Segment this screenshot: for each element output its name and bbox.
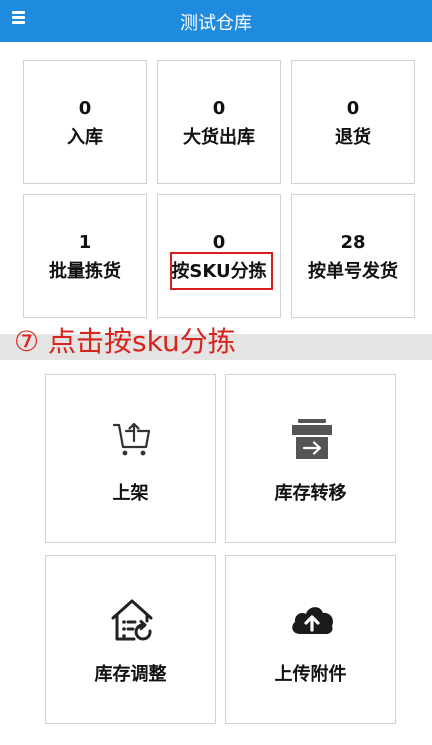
stat-count: 28 [340,232,366,253]
app-header: 测试仓库 [0,0,432,42]
func-card-upload-attachment[interactable]: 上传附件 [225,555,396,724]
page-title: 测试仓库 [180,13,252,34]
store-transfer-icon [292,419,332,459]
cloud-upload-icon [292,607,333,634]
stat-card-returns[interactable]: 0 退货 [291,60,415,184]
stat-card-ship-by-order[interactable]: 28 按单号发货 [291,194,415,318]
stat-label: 退货 [335,127,371,148]
stat-card-bulk-outbound[interactable]: 0 大货出库 [157,60,281,184]
func-label: 库存调整 [94,664,167,685]
stat-count: 0 [346,98,360,119]
func-label: 上传附件 [274,664,347,685]
stat-count: 0 [212,232,226,253]
stat-card-batch-picking[interactable]: 1 批量拣货 [23,194,147,318]
func-label: 库存转移 [274,483,347,504]
stat-count: 0 [212,98,226,119]
annotation-text: ⑦ 点击按sku分拣 [14,325,236,358]
stat-count: 1 [78,232,92,253]
highlight-box [170,252,273,290]
stat-label: 按单号发货 [308,261,398,282]
func-card-stock-adjust[interactable]: 库存调整 [45,555,216,724]
stat-count: 0 [78,98,92,119]
func-card-putaway[interactable]: 上架 [45,374,216,543]
stat-label: 批量拣货 [49,261,121,282]
stat-card-inbound[interactable]: 0 入库 [23,60,147,184]
stat-label: 入库 [67,127,103,148]
func-label: 上架 [112,483,149,504]
shopping-cart-icon [112,422,151,456]
stat-label: 大货出库 [183,127,255,148]
func-card-stock-transfer[interactable]: 库存转移 [225,374,396,543]
stat-card-sort-by-sku[interactable]: 0 按SKU分拣 [157,194,281,318]
house-adjust-icon [111,599,153,641]
